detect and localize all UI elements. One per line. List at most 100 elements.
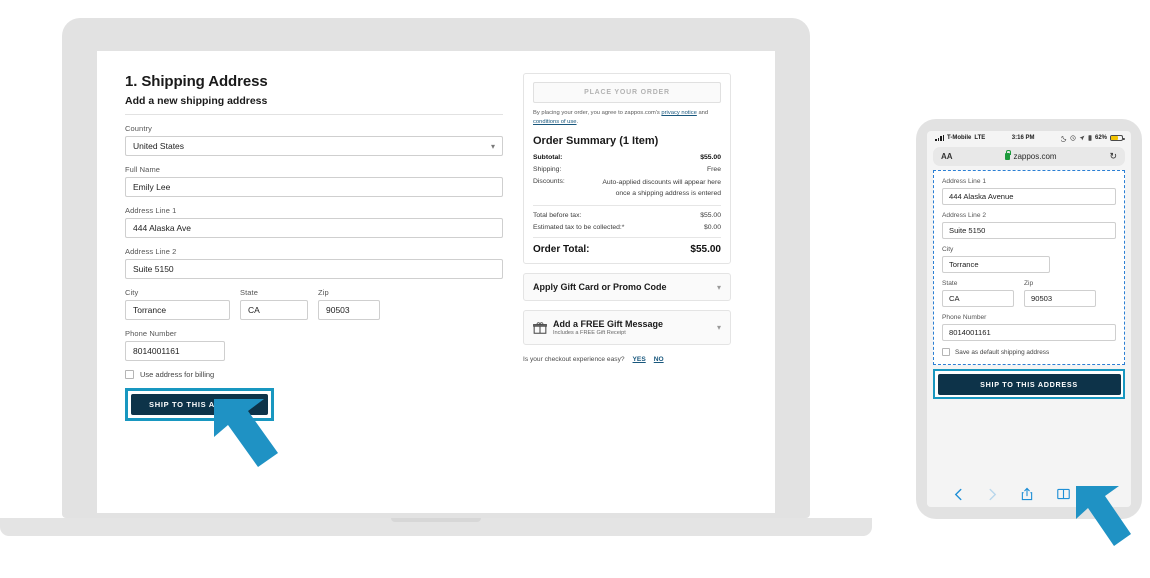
conditions-of-use-link[interactable]: conditions of use [533,119,577,125]
checkbox-icon[interactable] [125,370,134,379]
browser-url-bar[interactable]: AA zappos.com ↻ [933,147,1125,166]
mobile-phone-label: Phone Number [942,314,987,321]
address1-value: 444 Alaska Ave [133,223,191,233]
mobile-state-input[interactable]: CA [942,290,1014,307]
status-bar: T-Mobile LTE 3:16 PM 62% [927,131,1131,145]
mobile-address1-field: Address Line 1 444 Alaska Avenue [942,178,1116,205]
bookmarks-icon[interactable] [1057,488,1070,500]
shipping-label: Shipping: [533,166,562,174]
state-input[interactable]: CA [240,300,308,320]
mobile-phone-value: 8014001161 [949,328,991,337]
mobile-city-field: City Torrance [942,246,1116,273]
zip-value: 90503 [326,305,350,315]
order-summary-column: PLACE YOUR ORDER By placing your order, … [523,73,731,421]
subtotal-row: Subtotal: $55.00 [533,154,721,161]
gift-icon [533,322,547,334]
billing-checkbox-label: Use address for billing [140,370,215,379]
feedback-no-link[interactable]: NO [654,356,664,363]
privacy-notice-link[interactable]: privacy notice [661,110,696,116]
mobile-default-checkbox-row[interactable]: Save as default shipping address [942,348,1116,356]
address2-field: Address Line 2 Suite 5150 [125,247,503,279]
lock-portrait-icon [1088,135,1092,141]
mobile-city-input[interactable]: Torrance [942,256,1050,273]
summary-divider-2 [533,237,721,239]
city-input[interactable]: Torrance [125,300,230,320]
clock-label: 3:16 PM [1011,135,1035,141]
chevron-down-icon: ▾ [490,141,495,151]
mobile-address1-label: Address Line 1 [942,178,986,185]
phone-value: 8014001161 [133,346,180,356]
zip-input[interactable]: 90503 [318,300,380,320]
mobile-phone-field: Phone Number 8014001161 [942,314,1116,341]
mobile-phone-input[interactable]: 8014001161 [942,324,1116,341]
total-before-tax-row: Total before tax: $55.00 [533,212,721,219]
mobile-ship-button-highlight: SHIP TO THIS ADDRESS [933,369,1125,399]
text-size-button[interactable]: AA [941,152,953,161]
share-icon[interactable] [1021,487,1033,501]
mobile-ship-to-this-address-button[interactable]: SHIP TO THIS ADDRESS [937,373,1121,395]
mobile-address2-label: Address Line 2 [942,212,986,219]
reload-icon[interactable]: ↻ [1109,151,1117,162]
fullname-input[interactable]: Emily Lee [125,177,503,197]
fullname-field: Full Name Emily Lee [125,165,503,197]
network-label: LTE [974,135,986,141]
status-left: T-Mobile LTE [935,135,985,141]
screenshot-stage: 1. Shipping Address Add a new shipping a… [0,0,1150,578]
phone-screen: T-Mobile LTE 3:16 PM 62% AA zappos.com ↻… [927,131,1131,507]
back-icon[interactable] [953,488,964,501]
country-select[interactable]: United States ▾ [125,136,503,156]
legal-mid: and [696,110,709,116]
feedback-question: Is your checkout experience easy? [523,356,625,364]
order-summary-card: PLACE YOUR ORDER By placing your order, … [523,73,731,265]
subtotal-value: $55.00 [700,154,721,162]
mobile-city-label: City [942,246,954,253]
mobile-address2-field: Address Line 2 Suite 5150 [942,212,1116,239]
mobile-pointer-arrow [1073,483,1150,553]
estimated-tax-value: $0.00 [703,224,721,232]
mobile-shipping-form: Address Line 1 444 Alaska Avenue Address… [933,170,1125,365]
apply-gift-card-accordion[interactable]: Apply Gift Card or Promo Code ▾ [523,273,731,302]
alarm-icon [1070,135,1076,141]
place-your-order-button[interactable]: PLACE YOUR ORDER [533,82,721,103]
order-total-label: Order Total: [533,244,590,256]
subtotal-label: Subtotal: [533,154,563,162]
laptop-device: 1. Shipping Address Add a new shipping a… [0,18,872,542]
chevron-down-icon: ▾ [716,323,721,333]
legal-suffix: . [576,118,579,125]
mobile-city-value: Torrance [949,260,979,269]
order-total-value: $55.00 [690,244,721,256]
mobile-state-label: State [942,280,958,287]
zip-label: Zip [318,288,329,297]
laptop-screen: 1. Shipping Address Add a new shipping a… [97,51,775,513]
address1-input[interactable]: 444 Alaska Ave [125,218,503,238]
url-display[interactable]: zappos.com [1005,150,1057,161]
chevron-down-icon: ▾ [716,282,721,292]
divider [125,114,503,115]
apply-gift-card-label: Apply Gift Card or Promo Code [533,282,667,293]
legal-prefix: By placing your order, you agree to zapp… [533,110,662,116]
phone-device: T-Mobile LTE 3:16 PM 62% AA zappos.com ↻… [916,119,1142,519]
feedback-yes-link[interactable]: YES [633,356,646,363]
gift-message-subtitle: Includes a FREE Gift Receipt [553,330,626,337]
page-subtitle: Add a new shipping address [125,95,268,107]
address2-input[interactable]: Suite 5150 [125,259,503,279]
address1-field: Address Line 1 444 Alaska Ave [125,206,503,238]
phone-input[interactable]: 8014001161 [125,341,225,361]
state-field: State CA [240,288,308,320]
mobile-address1-input[interactable]: 444 Alaska Avenue [942,188,1116,205]
discounts-value: Auto-applied discounts will appear here … [602,179,721,197]
mobile-zip-input[interactable]: 90503 [1024,290,1096,307]
billing-checkbox-row[interactable]: Use address for billing [125,370,503,379]
mobile-address2-input[interactable]: Suite 5150 [942,222,1116,239]
gift-message-accordion[interactable]: Add a FREE Gift Message Includes a FREE … [523,310,731,346]
mobile-zip-field: Zip 90503 [1024,280,1096,307]
mobile-address1-value: 444 Alaska Avenue [949,192,1014,201]
discounts-row: Discounts: Auto-applied discounts will a… [533,178,721,199]
estimated-tax-label: Estimated tax to be collected:* [533,224,625,232]
zip-field: Zip 90503 [318,288,380,320]
checkbox-icon[interactable] [942,348,950,356]
checkout-page: 1. Shipping Address Add a new shipping a… [97,51,775,513]
mobile-state-value: CA [949,294,960,303]
carrier-label: T-Mobile [947,135,972,141]
city-label: City [125,288,139,297]
